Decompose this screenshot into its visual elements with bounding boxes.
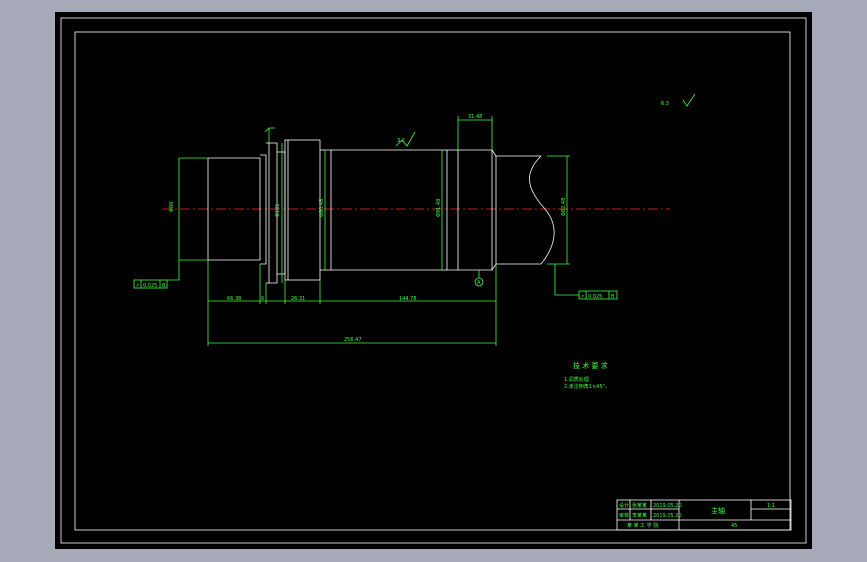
dim-segment-5-label: 31.48 — [468, 114, 482, 120]
title-block: 设计 张某某 2019.05.20 审核 李某某 2019.05.20 主轴 1… — [616, 499, 792, 531]
tech-req-item-1: 1.调质处理 — [564, 376, 589, 383]
top-marks: 3.2 — [264, 127, 416, 147]
svg-text:0.025: 0.025 — [588, 294, 602, 300]
engineering-drawing: 3.2 31.48 Φ80 Φ101 Φ90.48 Φ91.48 Φ82.48 … — [60, 17, 807, 544]
outer-frame — [60, 17, 807, 544]
dia-flange-label: Φ101 — [275, 204, 281, 217]
dim-segment-4-label: 144.78 — [399, 296, 417, 302]
dia-mid-label: Φ90.48 — [319, 199, 325, 217]
dim-segment-1-label: 66.38 — [227, 296, 241, 302]
school-name: 某 某 工 学 院 — [627, 522, 658, 529]
finish-mid-label: 3.2 — [397, 138, 405, 144]
tolerance-frame-left: ↗ 0.025 B — [133, 260, 180, 289]
dim-overall-label: 256.47 — [344, 337, 362, 343]
part-name: 主轴 — [711, 506, 725, 515]
checker-name: 李某某 — [632, 512, 647, 519]
cad-viewport[interactable]: 3.2 31.48 Φ80 Φ101 Φ90.48 Φ91.48 Φ82.48 … — [55, 12, 812, 549]
dim-lengths: 66.38 6 26.31 144.78 256.47 — [207, 260, 497, 346]
tech-req-title: 技 术 要 求 — [573, 361, 608, 370]
datum-marker: A — [474, 270, 484, 287]
svg-text:↗: ↗ — [580, 294, 584, 300]
dia-left-label: Φ80 — [169, 202, 175, 212]
designer-date: 2019.05.20 — [653, 503, 682, 509]
shaft-outline — [207, 139, 555, 284]
inner-frame — [74, 31, 791, 531]
tolerance-frame-right: ↗ 0.025 B — [554, 264, 618, 300]
designer-name: 张某某 — [632, 502, 647, 509]
dim-segment-2-label: 6 — [261, 296, 264, 302]
scale-cell: 1:1 — [767, 503, 775, 509]
datum-label: A — [477, 280, 481, 286]
svg-text:B: B — [611, 294, 615, 300]
default-finish-symbol: 6.3 — [661, 93, 696, 107]
svg-text:↗: ↗ — [135, 283, 139, 289]
svg-text:0.025: 0.025 — [143, 283, 157, 289]
technical-requirements: 技 术 要 求 1.调质处理 2.未注倒角1×45°。 — [564, 361, 610, 390]
default-finish-label: 6.3 — [661, 101, 669, 107]
dim-segment-3-label: 26.31 — [291, 296, 305, 302]
dim-diameters: Φ80 Φ101 Φ90.48 Φ91.48 Φ82.48 — [169, 143, 570, 283]
dia-body-label: Φ91.48 — [436, 199, 442, 217]
checker-date: 2019.05.20 — [653, 513, 682, 519]
svg-text:B: B — [162, 283, 166, 289]
checker-label: 审核 — [619, 512, 629, 519]
material-cell: 45 — [731, 523, 737, 529]
dia-right-label: Φ82.48 — [561, 198, 567, 216]
dim-segment-5: 31.48 — [457, 114, 493, 150]
tech-req-item-2: 2.未注倒角1×45°。 — [564, 383, 610, 390]
designer-label: 设计 — [619, 502, 629, 509]
